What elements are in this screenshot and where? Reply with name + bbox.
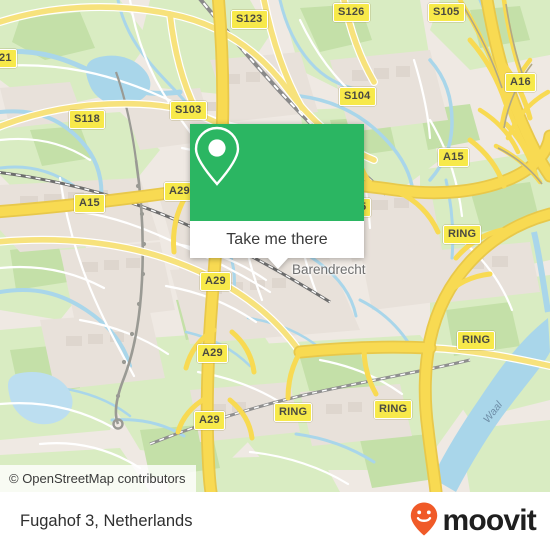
callout-tail: [268, 258, 288, 269]
road-shield-a29-south[interactable]: A29: [194, 411, 225, 430]
road-shield-ring-southeast[interactable]: RING: [374, 400, 413, 419]
road-shield-a16[interactable]: A16: [505, 73, 536, 92]
destination-callout[interactable]: Take me there: [190, 124, 364, 269]
road-shield-a29-center[interactable]: A29: [200, 272, 231, 291]
attribution-text: © OpenStreetMap contributors: [9, 471, 186, 486]
place-label-barendrecht: Barendrecht: [292, 262, 366, 277]
address-label: Fugahof 3, Netherlands: [20, 511, 193, 530]
road-shield-s123[interactable]: S123: [231, 10, 268, 29]
road-shield-s104[interactable]: S104: [339, 87, 376, 106]
road-shield-s103[interactable]: S103: [170, 101, 207, 120]
map-canvas[interactable]: Barendrecht Waal 21 S118 S103 S123 S126 …: [0, 0, 550, 492]
callout-pin-area: [190, 124, 364, 221]
road-shield-s105[interactable]: S105: [428, 3, 465, 22]
road-shield-s118[interactable]: S118: [69, 110, 105, 129]
road-shield-a15-west[interactable]: A15: [74, 194, 105, 213]
footer-bar: Fugahof 3, Netherlands moovit: [0, 492, 550, 550]
moovit-logo[interactable]: moovit: [409, 501, 537, 542]
road-shield-ring-southwest[interactable]: RING: [274, 403, 313, 422]
road-shield-s121[interactable]: 21: [0, 49, 17, 68]
take-me-there-button[interactable]: Take me there: [190, 221, 364, 258]
map-attribution[interactable]: © OpenStreetMap contributors: [0, 465, 196, 492]
road-shield-a15-east[interactable]: A15: [438, 148, 469, 167]
road-shield-s126[interactable]: S126: [333, 3, 370, 22]
take-me-there-label: Take me there: [226, 230, 328, 248]
road-shield-a29-mid[interactable]: A29: [197, 344, 228, 363]
road-shield-ring-northeast[interactable]: RING: [443, 225, 482, 244]
moovit-wordmark: moovit: [442, 504, 536, 537]
map-screenshot: Barendrecht Waal 21 S118 S103 S123 S126 …: [0, 0, 550, 550]
moovit-smile-pin-icon: [409, 501, 439, 542]
road-shield-ring-east[interactable]: RING: [457, 331, 496, 350]
